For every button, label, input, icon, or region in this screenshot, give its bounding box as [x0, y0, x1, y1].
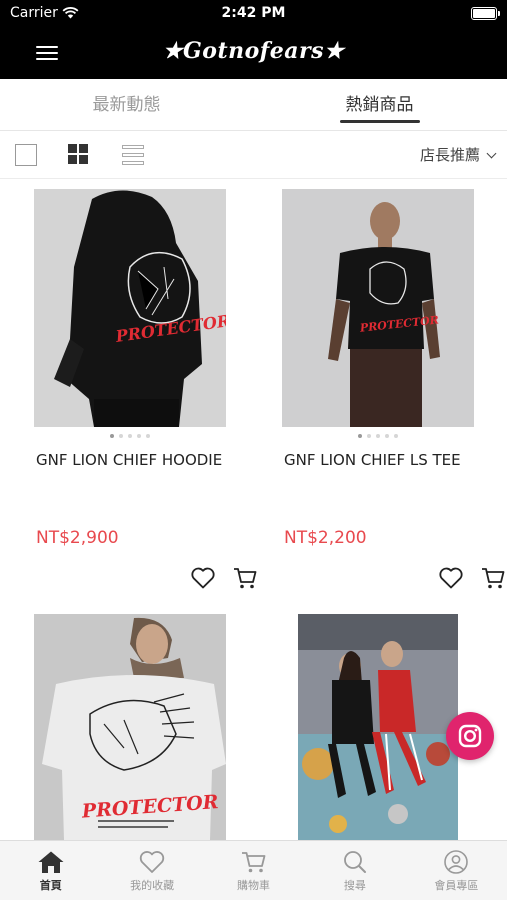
bottom-tab-label: 搜尋 — [343, 879, 366, 892]
product-price: NT$2,200 — [284, 528, 367, 548]
bottom-tab-label: 我的收藏 — [130, 879, 175, 892]
sort-label: 店長推薦 — [419, 146, 480, 164]
list-view-icon[interactable] — [122, 144, 144, 166]
product-image[interactable]: PROTECTOR — [34, 189, 226, 427]
status-bar: Carrier 2:42 PM — [0, 0, 507, 28]
image-carousel-dots — [266, 434, 490, 438]
bottom-tab-bar: 首頁 我的收藏 購物車 搜尋 會員專區 — [0, 840, 507, 900]
nav-bar: ★Gotnofears★ — [0, 28, 507, 79]
bottom-tab-search[interactable]: 搜尋 — [304, 841, 405, 900]
bottom-tab-favorites[interactable]: 我的收藏 — [101, 841, 202, 900]
single-view-icon[interactable] — [15, 144, 37, 166]
bottom-tab-label: 會員專區 — [434, 879, 479, 892]
search-icon — [344, 851, 366, 873]
heart-icon — [139, 851, 165, 873]
bottom-tab-cart[interactable]: 購物車 — [203, 841, 304, 900]
content-tabs: 最新動態 熱銷商品 — [0, 79, 507, 131]
instagram-icon — [458, 724, 482, 748]
view-options-bar: 店長推薦 — [0, 132, 507, 179]
product-price: NT$2,900 — [36, 528, 119, 548]
home-icon — [38, 851, 64, 873]
chevron-down-icon — [486, 148, 497, 159]
tab-latest-news[interactable]: 最新動態 — [0, 79, 253, 131]
tab-best-sellers[interactable]: 熱銷商品 — [253, 79, 506, 131]
brand-logo[interactable]: ★Gotnofears★ — [0, 38, 507, 64]
image-carousel-dots — [18, 434, 242, 438]
sort-dropdown[interactable]: 店長推薦 — [419, 132, 497, 179]
product-image[interactable]: PROTECTOR — [34, 614, 226, 840]
product-image[interactable] — [298, 614, 458, 840]
cart-icon — [241, 852, 265, 873]
cart-icon[interactable] — [232, 566, 258, 590]
user-icon — [444, 850, 469, 874]
bottom-tab-label: 首頁 — [39, 879, 62, 892]
bottom-tab-member[interactable]: 會員專區 — [406, 841, 507, 900]
battery-icon — [471, 7, 500, 20]
product-name[interactable]: GNF LION CHIEF LS TEE — [284, 451, 461, 469]
heart-icon[interactable] — [438, 566, 464, 590]
bottom-tab-label: 購物車 — [237, 879, 271, 892]
heart-icon[interactable] — [190, 566, 216, 590]
grid-view-icon[interactable] — [68, 144, 90, 166]
product-image[interactable]: PROTECTOR — [282, 189, 474, 427]
active-tab-indicator — [340, 120, 420, 123]
app-header: Carrier 2:42 PM ★Gotnofears★ — [0, 0, 507, 79]
bottom-tab-home[interactable]: 首頁 — [0, 841, 101, 900]
clock: 2:42 PM — [221, 5, 286, 21]
instagram-button[interactable] — [446, 712, 494, 760]
product-name[interactable]: GNF LION CHIEF HOODIE — [36, 451, 222, 469]
cart-icon[interactable] — [480, 566, 506, 590]
